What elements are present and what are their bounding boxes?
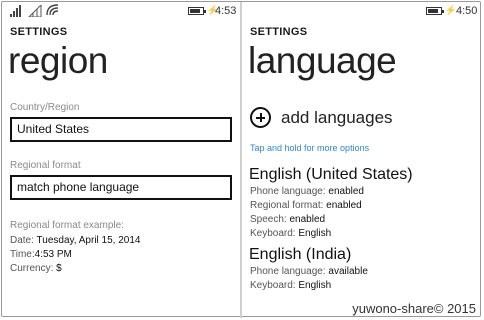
- status-bar: ⚡ 4:50: [243, 2, 481, 20]
- wifi-icon: [46, 4, 59, 16]
- language-detail: Speech: enabled: [250, 214, 325, 225]
- example-currency: Currency: $: [10, 263, 62, 274]
- example-time: Time:4:53 PM: [10, 249, 72, 260]
- language-name: English (United States): [249, 166, 413, 183]
- settings-header: SETTINGS: [10, 26, 68, 38]
- detail-value: English: [298, 280, 332, 291]
- language-name: English (India): [249, 246, 352, 263]
- language-settings-pane: ⚡ 4:50 SETTINGS language add languages T…: [243, 2, 481, 316]
- country-region-select[interactable]: United States: [10, 117, 232, 142]
- detail-value: enabled: [328, 186, 364, 197]
- status-time: 4:53: [215, 5, 237, 17]
- detail-key: Regional format:: [250, 200, 324, 211]
- language-detail: Phone language: available: [250, 266, 368, 277]
- detail-value: enabled: [289, 214, 326, 225]
- example-time-key: Time:: [10, 249, 35, 260]
- battery-icon: [426, 7, 444, 15]
- status-bar: ⚡ 4:53: [2, 2, 240, 20]
- example-time-value: 4:53 PM: [34, 249, 72, 260]
- example-date-value: Tuesday, April 15, 2014: [36, 235, 141, 246]
- country-region-label: Country/Region: [10, 102, 80, 113]
- language-detail: Keyboard: English: [250, 280, 331, 291]
- detail-value: enabled: [326, 200, 362, 211]
- add-languages-label: add languages: [281, 108, 393, 127]
- add-circle-icon: [250, 107, 271, 128]
- charging-icon: ⚡: [445, 5, 457, 15]
- page-title: language: [248, 40, 397, 81]
- signal-bars-icon: [10, 5, 24, 17]
- regional-format-label: Regional format: [10, 160, 81, 171]
- example-date-key: Date:: [10, 235, 34, 246]
- regional-format-select[interactable]: match phone language: [10, 175, 232, 200]
- detail-key: Keyboard:: [250, 228, 296, 239]
- format-example-label: Regional format example:: [10, 220, 124, 231]
- detail-key: Speech:: [250, 214, 287, 225]
- signal-bars-secondary-icon: [28, 5, 42, 17]
- detail-key: Phone language:: [250, 186, 326, 197]
- language-detail: Regional format: enabled: [250, 200, 362, 211]
- tap-hold-hint: Tap and hold for more options: [250, 143, 370, 153]
- battery-icon: [188, 7, 206, 15]
- example-currency-key: Currency:: [10, 263, 54, 274]
- detail-value: available: [328, 266, 368, 277]
- language-detail: Keyboard: English: [250, 228, 331, 239]
- example-currency-value: $: [56, 263, 62, 274]
- detail-value: English: [298, 228, 332, 239]
- status-time: 4:50: [456, 5, 478, 17]
- language-detail: Phone language: enabled: [250, 186, 364, 197]
- page-title: region: [8, 40, 108, 81]
- detail-key: Keyboard:: [250, 280, 296, 291]
- settings-header: SETTINGS: [250, 26, 308, 38]
- pane-divider: [240, 2, 242, 318]
- region-settings-pane: ⚡ 4:53 SETTINGS region Country/Region Un…: [2, 2, 240, 316]
- detail-key: Phone language:: [250, 266, 326, 277]
- example-date: Date: Tuesday, April 15, 2014: [10, 235, 140, 246]
- watermark-text: yuwono-share© 2015: [352, 301, 476, 316]
